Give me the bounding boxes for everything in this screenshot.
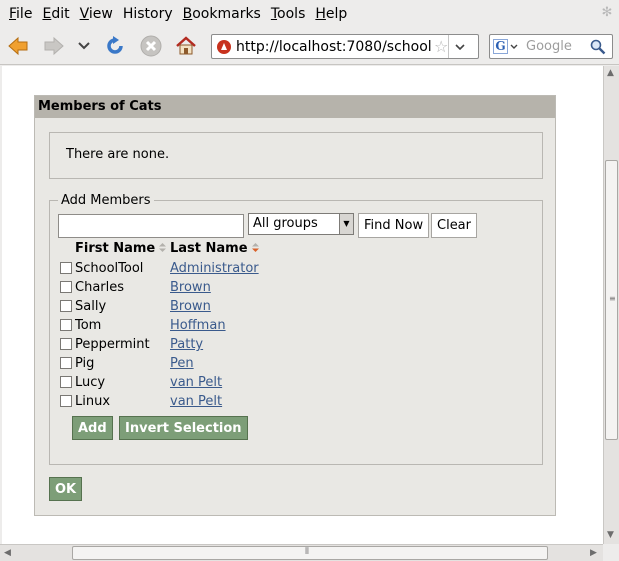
first-name-cell: Linux — [75, 394, 111, 409]
history-dropdown-button[interactable] — [72, 33, 96, 59]
member-checkbox[interactable] — [60, 319, 72, 331]
clear-button[interactable]: Clear — [431, 213, 477, 238]
add-members-legend: Add Members — [58, 193, 154, 208]
member-checkbox[interactable] — [60, 376, 72, 388]
home-icon — [176, 36, 196, 55]
menu-history[interactable]: History — [118, 6, 178, 22]
member-checkbox[interactable] — [60, 357, 72, 369]
search-engine-google-icon[interactable]: G — [493, 39, 518, 54]
vertical-scrollbar[interactable]: ▲ ≡ ▼ — [603, 66, 619, 544]
first-name-cell: Sally — [75, 299, 107, 314]
invert-selection-button[interactable]: Invert Selection — [119, 416, 248, 440]
page-content: Members of Cats There are none. Add Memb… — [2, 66, 603, 544]
no-members-text: There are none. — [66, 147, 170, 162]
first-name-cell: Lucy — [75, 375, 106, 390]
search-icon[interactable] — [590, 39, 606, 55]
first-name-cell: Pig — [75, 356, 95, 371]
last-name-header[interactable]: Last Name — [170, 241, 248, 256]
last-name-link[interactable]: Brown — [170, 299, 211, 314]
menu-view[interactable]: View — [75, 6, 118, 22]
last-name-link[interactable]: van Pelt — [170, 375, 222, 390]
forward-arrow-icon — [44, 36, 64, 56]
last-name-link[interactable]: van Pelt — [170, 394, 222, 409]
sort-ascending-icon[interactable] — [251, 242, 260, 253]
sort-icon[interactable] — [158, 242, 167, 253]
group-select-value: All groups — [253, 216, 318, 231]
stop-icon — [140, 35, 162, 57]
chevron-down-icon — [510, 44, 518, 49]
member-checkbox[interactable] — [60, 395, 72, 407]
chevron-down-icon — [455, 43, 465, 50]
url-dropdown-button[interactable] — [448, 35, 470, 58]
first-name-cell: Charles — [75, 280, 125, 295]
table-row: Lucy van Pelt — [60, 374, 360, 393]
scroll-down-icon[interactable]: ▼ — [607, 530, 614, 540]
menu-bookmarks[interactable]: Bookmarks — [178, 6, 266, 22]
menu-help[interactable]: Help — [310, 6, 352, 22]
current-members-box: There are none. — [49, 132, 543, 179]
group-select[interactable]: All groups ▼ — [248, 213, 354, 235]
grip-icon: ⦀ — [305, 547, 309, 557]
ok-button[interactable]: OK — [49, 477, 83, 501]
horizontal-scrollbar[interactable]: ◀ ⦀ ▶ — [0, 544, 603, 561]
menu-file[interactable]: File — [4, 6, 37, 22]
table-row: Peppermint Patty — [60, 336, 360, 355]
url-text[interactable]: http://localhost:7080/schoolye — [236, 39, 432, 55]
members-panel: Members of Cats There are none. Add Memb… — [34, 95, 556, 516]
search-input[interactable]: Google — [526, 39, 586, 54]
reload-button[interactable] — [101, 33, 129, 59]
panel-title: Members of Cats — [35, 96, 555, 118]
site-favicon-icon — [217, 39, 231, 54]
table-row: Linux van Pelt — [60, 393, 360, 412]
table-row: Tom Hoffman — [60, 317, 360, 336]
member-search-input[interactable] — [58, 214, 244, 238]
member-checkbox[interactable] — [60, 281, 72, 293]
member-checkbox[interactable] — [60, 300, 72, 312]
menu-edit[interactable]: Edit — [37, 6, 74, 22]
last-name-link[interactable]: Hoffman — [170, 318, 226, 333]
chevron-down-icon — [78, 42, 90, 50]
first-name-cell: Peppermint — [75, 337, 150, 352]
back-button[interactable] — [4, 33, 32, 59]
bookmark-star-icon[interactable]: ☆ — [434, 37, 448, 56]
scroll-up-icon[interactable]: ▲ — [607, 68, 614, 78]
menu-tools[interactable]: Tools — [266, 6, 311, 22]
table-row: Sally Brown — [60, 298, 360, 317]
table-row: Pig Pen — [60, 355, 360, 374]
first-name-cell: Tom — [75, 318, 102, 333]
horizontal-scroll-thumb[interactable]: ⦀ — [72, 546, 548, 560]
table-row: Charles Brown — [60, 279, 360, 298]
first-name-header[interactable]: First Name — [75, 241, 155, 256]
select-arrow-icon: ▼ — [339, 214, 353, 234]
last-name-link[interactable]: Brown — [170, 280, 211, 295]
url-bar[interactable]: http://localhost:7080/schoolye ☆ — [211, 34, 479, 59]
add-button[interactable]: Add — [72, 416, 113, 440]
menu-bar: File Edit View History Bookmarks Tools H… — [0, 0, 619, 27]
add-members-fieldset: Add Members All groups ▼ Find Now Clear … — [49, 193, 543, 465]
reload-icon — [107, 36, 123, 54]
home-button[interactable] — [172, 33, 200, 59]
last-name-link[interactable]: Patty — [170, 337, 203, 352]
stop-button[interactable] — [137, 33, 165, 59]
vertical-scroll-thumb[interactable]: ≡ — [605, 160, 618, 440]
navigation-toolbar: http://localhost:7080/schoolye ☆ G Googl… — [0, 27, 619, 65]
last-name-link[interactable]: Pen — [170, 356, 194, 371]
scroll-left-icon[interactable]: ◀ — [4, 548, 11, 558]
search-bar[interactable]: G Google — [489, 34, 613, 59]
grip-icon: ≡ — [609, 294, 616, 303]
member-checkbox[interactable] — [60, 262, 72, 274]
first-name-cell: SchoolTool — [75, 261, 144, 276]
find-now-button[interactable]: Find Now — [358, 213, 430, 238]
throbber-icon: ✻ — [601, 5, 613, 20]
scrollbar-corner — [603, 544, 619, 561]
last-name-link[interactable]: Administrator — [170, 261, 259, 276]
table-row: SchoolTool Administrator — [60, 260, 360, 279]
forward-button[interactable] — [40, 33, 68, 59]
back-arrow-icon — [8, 36, 28, 56]
member-checkbox[interactable] — [60, 338, 72, 350]
scroll-right-icon[interactable]: ▶ — [590, 548, 597, 558]
